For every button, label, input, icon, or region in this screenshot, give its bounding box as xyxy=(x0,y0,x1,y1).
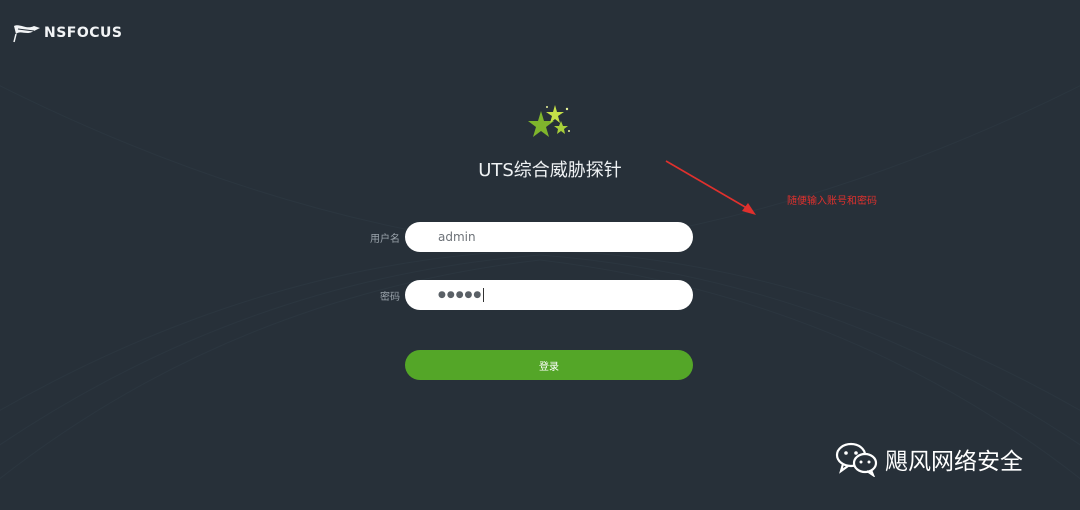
username-value: admin xyxy=(438,230,476,244)
stars-app-icon xyxy=(528,105,570,137)
password-value: ●●●●● xyxy=(438,290,483,300)
username-input[interactable]: admin xyxy=(405,222,693,252)
annotation-text: 随便输入账号和密码 xyxy=(787,196,877,207)
password-input[interactable]: ●●●●● xyxy=(405,280,693,310)
watermark-text: 飓风网络安全 xyxy=(885,449,1023,475)
wechat-watermark: 飓风网络安全 xyxy=(835,441,1023,477)
wechat-icon xyxy=(835,442,878,477)
background-pattern xyxy=(0,85,1080,480)
text-caret xyxy=(483,288,485,302)
username-label: 用户名 xyxy=(370,234,400,245)
login-button[interactable]: 登录 xyxy=(405,350,693,380)
nsfocus-logo: NSFOCUS xyxy=(12,22,123,44)
password-label: 密码 xyxy=(380,292,400,303)
red-arrow-annotation xyxy=(665,160,756,215)
flag-logo-icon xyxy=(13,25,40,43)
logo-text: NSFOCUS xyxy=(44,25,123,41)
app-title: UTS综合威胁探针 xyxy=(478,160,622,181)
